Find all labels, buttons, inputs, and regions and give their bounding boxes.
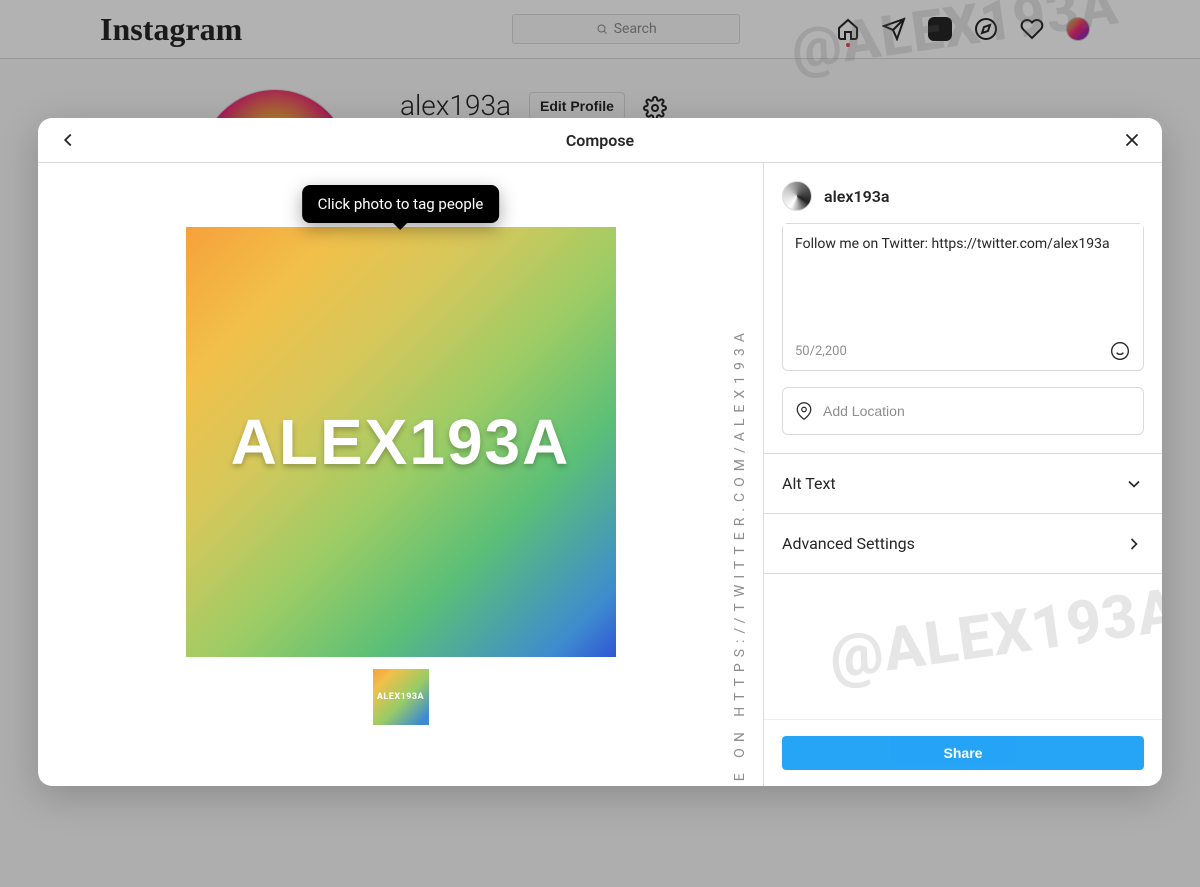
- photo-text: ALEX193A: [231, 405, 571, 479]
- compose-user: alex193a: [764, 163, 1162, 223]
- vertical-watermark: FOLLOW ME ON HTTPS://TWITTER.COM/ALEX193…: [732, 298, 748, 786]
- smile-icon: [1110, 341, 1130, 361]
- close-icon: [1121, 129, 1143, 151]
- avatar: [782, 181, 812, 211]
- chevron-down-icon: [1124, 474, 1144, 494]
- location-input[interactable]: [823, 403, 1131, 419]
- modal-title: Compose: [566, 131, 634, 150]
- thumbnail-text: ALEX193A: [377, 692, 424, 702]
- compose-modal: Compose Click photo to tag people ALEX19…: [38, 118, 1162, 786]
- share-wrap: Share: [764, 719, 1162, 786]
- location-pin-icon: [795, 402, 813, 420]
- emoji-button[interactable]: [1109, 340, 1131, 362]
- caption-input[interactable]: [783, 224, 1143, 336]
- thumbnail[interactable]: ALEX193A: [373, 669, 429, 725]
- tag-tooltip: Click photo to tag people: [302, 185, 500, 223]
- photo-pane: Click photo to tag people ALEX193A ALEX1…: [38, 163, 763, 786]
- compose-username: alex193a: [824, 187, 889, 206]
- share-button[interactable]: Share: [782, 736, 1144, 770]
- back-button[interactable]: [56, 128, 80, 152]
- location-box: [782, 387, 1144, 435]
- modal-header: Compose: [38, 118, 1162, 163]
- modal-overlay[interactable]: Compose Click photo to tag people ALEX19…: [0, 0, 1200, 887]
- alt-text-row[interactable]: Alt Text: [764, 453, 1162, 513]
- caption-box: 50/2,200: [782, 223, 1144, 371]
- photo-preview[interactable]: ALEX193A: [186, 227, 616, 657]
- advanced-settings-row[interactable]: Advanced Settings: [764, 513, 1162, 573]
- compose-form: @ALEX193A alex193a 50/2,200: [763, 163, 1162, 786]
- advanced-settings-label: Advanced Settings: [782, 534, 915, 553]
- chevron-right-icon: [1124, 534, 1144, 554]
- close-button[interactable]: [1120, 128, 1144, 152]
- chevron-left-icon: [57, 129, 79, 151]
- settings-rows: Alt Text Advanced Settings: [764, 453, 1162, 574]
- char-counter: 50/2,200: [795, 344, 847, 359]
- alt-text-label: Alt Text: [782, 474, 836, 493]
